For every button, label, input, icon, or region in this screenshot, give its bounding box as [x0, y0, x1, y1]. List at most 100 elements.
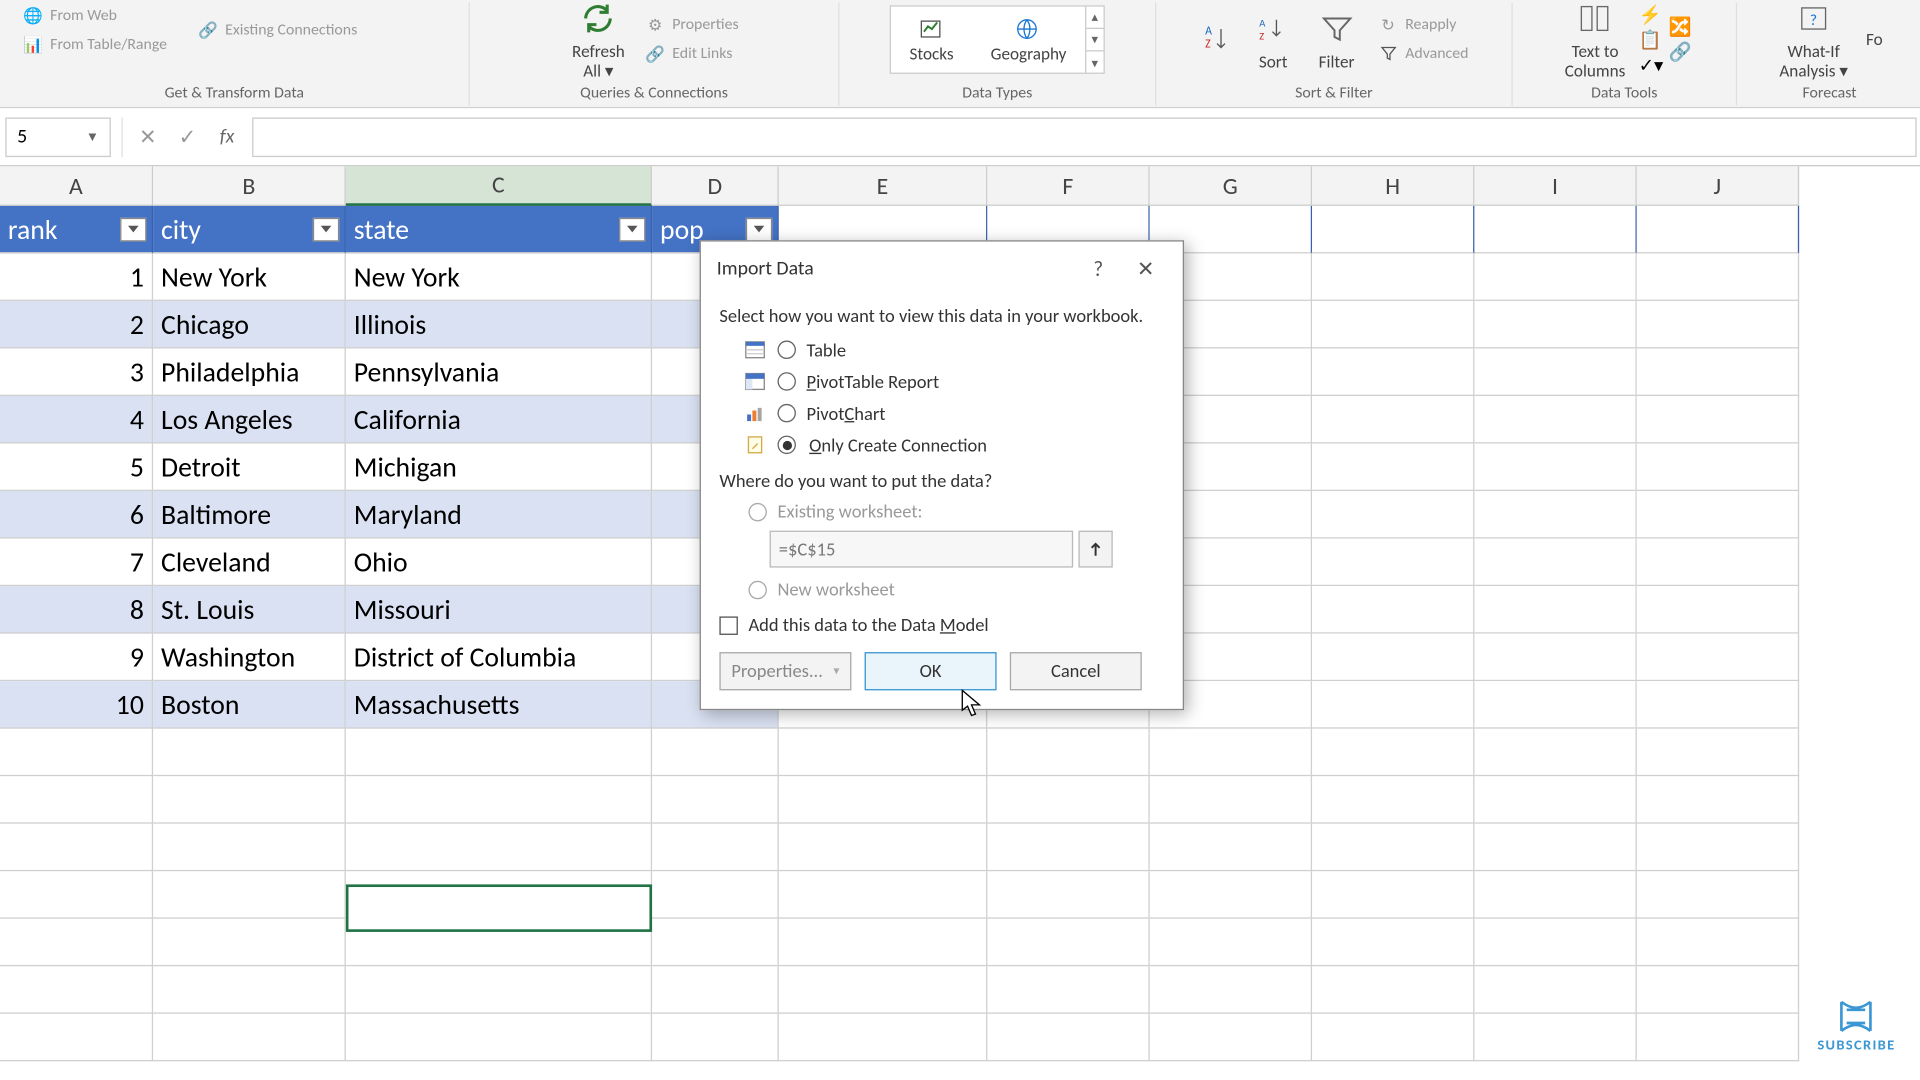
col-header-G[interactable]: G — [1150, 166, 1312, 206]
dna-icon — [1834, 997, 1879, 1037]
filter-dropdown-icon[interactable] — [313, 217, 339, 241]
table-cell[interactable]: Maryland — [346, 491, 652, 539]
relationships-icon[interactable]: 🔗 — [1669, 41, 1692, 63]
table-cell[interactable]: New York — [346, 253, 652, 301]
enter-formula-icon: ✓ — [168, 117, 208, 157]
radio-table[interactable] — [777, 341, 795, 359]
col-header-D[interactable]: D — [652, 166, 779, 206]
dialog-close-button[interactable]: ✕ — [1125, 252, 1167, 286]
table-cell[interactable]: Detroit — [153, 444, 346, 492]
table-cell[interactable]: 3 — [0, 348, 153, 396]
ok-button[interactable]: OK — [865, 652, 997, 690]
table-cell[interactable]: District of Columbia — [346, 634, 652, 682]
col-header-C[interactable]: C — [346, 166, 652, 206]
data-val-icon[interactable]: ✓▾ — [1639, 53, 1664, 75]
consolidate-icon[interactable]: 🔀 — [1669, 16, 1692, 38]
col-header-A[interactable]: A — [0, 166, 153, 206]
col-header-H[interactable]: H — [1312, 166, 1474, 206]
fx-icon[interactable]: fx — [207, 117, 247, 157]
table-cell[interactable]: Ohio — [346, 539, 652, 587]
table-cell[interactable]: Michigan — [346, 444, 652, 492]
where-label: Where do you want to put the data? — [719, 470, 1164, 492]
remove-dup-icon[interactable]: 📋 — [1639, 28, 1664, 50]
range-selector-button[interactable] — [1078, 531, 1112, 568]
advanced-button[interactable]: Advanced — [1371, 41, 1474, 67]
existing-connections-button[interactable]: 🔗Existing Connections — [191, 17, 363, 43]
dialog-help-button[interactable]: ? — [1077, 252, 1119, 286]
table-cell[interactable]: Illinois — [346, 301, 652, 349]
data-model-checkbox[interactable] — [719, 616, 737, 634]
subscribe-watermark: SUBSCRIBE — [1817, 997, 1895, 1054]
table-cell[interactable]: 7 — [0, 539, 153, 587]
data-tools-label: Data Tools — [1591, 84, 1657, 105]
radio-pivotchart[interactable] — [777, 404, 795, 422]
namebox-dropdown-icon[interactable]: ▼ — [86, 128, 99, 145]
sort-filter-label: Sort & Filter — [1295, 84, 1373, 105]
cancel-button[interactable]: Cancel — [1010, 652, 1142, 690]
table-cell[interactable]: New York — [153, 253, 346, 301]
flash-fill-icon[interactable]: ⚡ — [1639, 3, 1664, 25]
from-web-button[interactable]: 🌐From Web — [16, 3, 172, 29]
cancel-formula-icon: ✕ — [128, 117, 168, 157]
table-cell[interactable]: California — [346, 396, 652, 444]
refresh-all-button[interactable]: Refresh All ▾ — [564, 0, 633, 84]
ribbon: 🌐From Web 📊From Table/Range 🔗Existing Co… — [0, 0, 1920, 108]
table-cell[interactable]: 1 — [0, 253, 153, 301]
radio-existing-ws — [748, 502, 766, 520]
table-cell[interactable]: Baltimore — [153, 491, 346, 539]
connection-icon — [743, 433, 767, 457]
name-box[interactable]: 5▼ — [5, 117, 111, 157]
radio-pivottable[interactable] — [777, 372, 795, 390]
cell-ref-input — [770, 531, 1074, 568]
text-to-columns-button[interactable]: Text to Columns — [1557, 0, 1633, 84]
table-cell[interactable]: 5 — [0, 444, 153, 492]
table-header-city[interactable]: city — [153, 206, 346, 254]
table-header-rank[interactable]: rank — [0, 206, 153, 254]
sort-az-button[interactable]: AZ — [1194, 18, 1239, 60]
edit-links-button: 🔗Edit Links — [638, 41, 744, 67]
dialog-prompt: Select how you want to view this data in… — [719, 305, 1164, 327]
table-cell[interactable]: Cleveland — [153, 539, 346, 587]
table-cell[interactable]: Boston — [153, 681, 346, 729]
svg-text:Z: Z — [1259, 29, 1264, 42]
filter-dropdown-icon[interactable] — [619, 217, 645, 241]
formula-input[interactable] — [252, 117, 1917, 157]
reapply-button: ↻Reapply — [1371, 12, 1474, 38]
svg-text:?: ? — [1810, 11, 1817, 30]
col-header-J[interactable]: J — [1637, 166, 1799, 206]
col-header-E[interactable]: E — [779, 166, 988, 206]
table-cell[interactable]: 2 — [0, 301, 153, 349]
filter-button[interactable]: Filter — [1308, 5, 1366, 75]
sort-button[interactable]: AZ Sort — [1244, 5, 1302, 75]
col-header-F[interactable]: F — [987, 166, 1149, 206]
filter-dropdown-icon[interactable] — [120, 217, 146, 241]
table-header-state[interactable]: state — [346, 206, 652, 254]
table-cell[interactable]: 4 — [0, 396, 153, 444]
table-cell[interactable]: Philadelphia — [153, 348, 346, 396]
table-cell[interactable]: 10 — [0, 681, 153, 729]
geography-type[interactable]: Geography — [972, 10, 1085, 69]
from-table-button[interactable]: 📊From Table/Range — [16, 32, 172, 58]
table-cell[interactable]: Washington — [153, 634, 346, 682]
table-cell[interactable]: St. Louis — [153, 586, 346, 634]
radio-connection[interactable] — [777, 436, 795, 454]
stocks-type[interactable]: Stocks — [891, 10, 972, 69]
data-types-gallery[interactable]: Stocks Geography ▴▾▾ — [890, 5, 1105, 74]
table-cell[interactable]: Missouri — [346, 586, 652, 634]
table-cell[interactable]: Chicago — [153, 301, 346, 349]
table-cell[interactable]: Pennsylvania — [346, 348, 652, 396]
properties-dialog-button: Properties... — [719, 652, 851, 690]
formula-bar: 5▼ ✕ ✓ fx — [0, 108, 1920, 166]
queries-connections-label: Queries & Connections — [580, 84, 728, 105]
filter-dropdown-icon[interactable] — [746, 217, 772, 241]
col-header-I[interactable]: I — [1474, 166, 1636, 206]
forecast-button[interactable]: Fo — [1861, 27, 1887, 52]
whatif-button[interactable]: ? What-If Analysis ▾ — [1771, 0, 1855, 84]
table-cell[interactable]: 6 — [0, 491, 153, 539]
table-cell[interactable]: 9 — [0, 634, 153, 682]
table-cell[interactable]: 8 — [0, 586, 153, 634]
svg-text:Z: Z — [1205, 38, 1211, 52]
table-cell[interactable]: Los Angeles — [153, 396, 346, 444]
col-header-B[interactable]: B — [153, 166, 346, 206]
table-cell[interactable]: Massachusetts — [346, 681, 652, 729]
